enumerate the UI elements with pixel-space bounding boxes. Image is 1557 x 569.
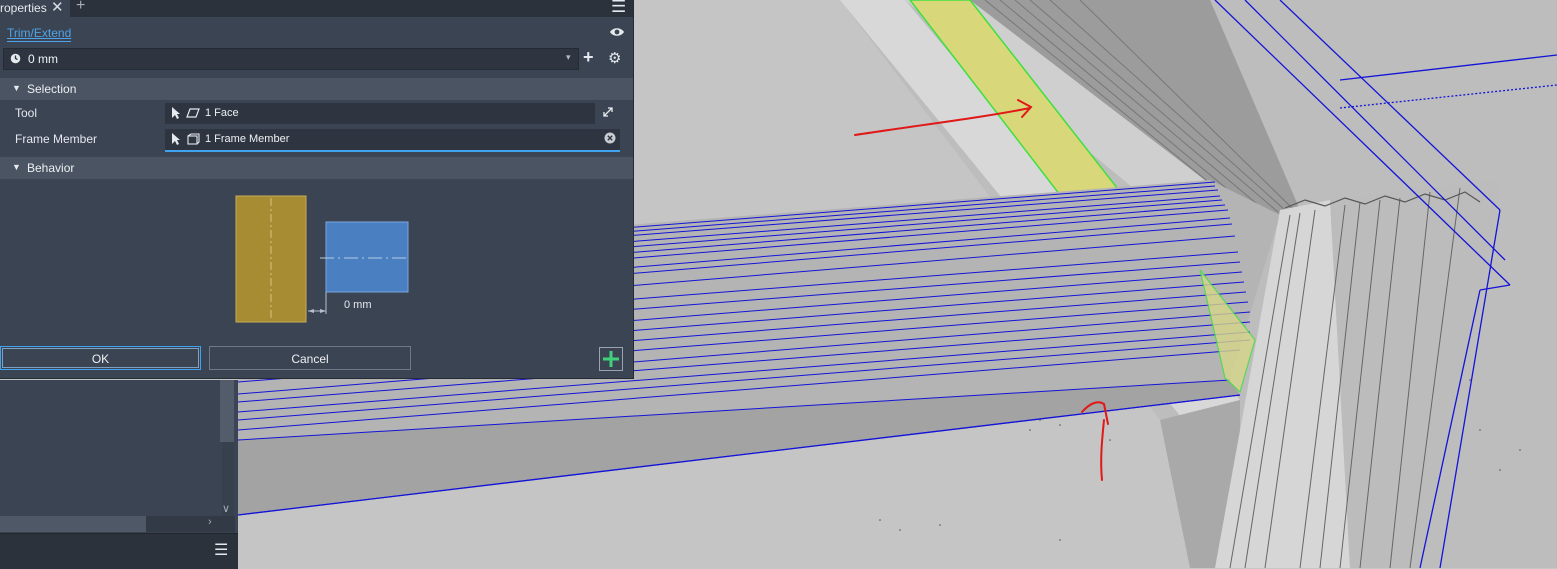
add-tab-icon[interactable]: + xyxy=(76,0,85,15)
browser-vertical-scroll-thumb[interactable] xyxy=(220,380,234,442)
offset-dimension-label: 0 mm xyxy=(344,299,372,311)
properties-panel: roperties ✕ + ☰ Trim/Extend 0 mm ▾ + ⚙ ▼… xyxy=(0,0,634,379)
frame-member-value: 1 Frame Member xyxy=(205,133,290,145)
preset-value: 0 mm xyxy=(28,52,58,66)
clear-icon[interactable] xyxy=(604,132,616,144)
tab-label: roperties xyxy=(0,1,47,15)
flip-icon[interactable] xyxy=(601,105,615,119)
cancel-button[interactable]: Cancel xyxy=(209,346,411,370)
tab-properties[interactable]: roperties ✕ xyxy=(0,0,70,17)
frame-member-icon xyxy=(187,133,200,145)
scroll-down-icon[interactable]: ∨ xyxy=(222,502,230,515)
gear-icon[interactable]: ⚙ xyxy=(608,49,621,67)
section-behavior[interactable]: ▼ Behavior xyxy=(0,157,633,179)
tool-value: 1 Face xyxy=(205,107,239,119)
panel-tab-bar: roperties ✕ + ☰ xyxy=(0,0,633,17)
behavior-diagram xyxy=(235,195,410,323)
plus-icon xyxy=(603,351,619,367)
scroll-right-icon[interactable]: › xyxy=(208,516,212,528)
browser-menu-icon[interactable]: ☰ xyxy=(214,540,228,560)
frame-member-selector[interactable]: 1 Frame Member xyxy=(165,129,620,152)
ok-button[interactable]: OK xyxy=(0,346,201,370)
frame-member-label: Frame Member xyxy=(15,132,98,146)
select-cursor-icon xyxy=(172,107,180,119)
preset-dropdown[interactable]: 0 mm ▾ xyxy=(3,48,579,70)
browser-horizontal-scroll-thumb[interactable] xyxy=(0,516,146,532)
select-cursor-icon xyxy=(172,133,180,145)
eye-icon[interactable] xyxy=(609,26,625,38)
section-selection-label: Selection xyxy=(27,82,77,96)
clock-icon xyxy=(10,53,21,64)
chevron-down-icon[interactable]: ▾ xyxy=(566,52,571,63)
collapse-triangle-icon[interactable]: ▼ xyxy=(12,162,21,172)
apply-button[interactable] xyxy=(599,347,623,371)
tab-close-icon[interactable]: ✕ xyxy=(51,0,64,16)
browser-footer: ☰ xyxy=(0,533,238,569)
add-preset-icon[interactable]: + xyxy=(583,47,594,68)
section-behavior-label: Behavior xyxy=(27,161,75,175)
model-browser[interactable]: ∨ › ☰ xyxy=(0,380,238,569)
hamburger-menu-icon[interactable]: ☰ xyxy=(611,0,626,17)
face-icon xyxy=(186,108,200,118)
tool-label: Tool xyxy=(15,106,38,120)
section-selection[interactable]: ▼ Selection xyxy=(0,78,633,100)
tool-selector[interactable]: 1 Face xyxy=(165,103,595,124)
frame-member-preview xyxy=(325,221,409,293)
collapse-triangle-icon[interactable]: ▼ xyxy=(12,83,21,93)
command-title[interactable]: Trim/Extend xyxy=(7,26,72,42)
